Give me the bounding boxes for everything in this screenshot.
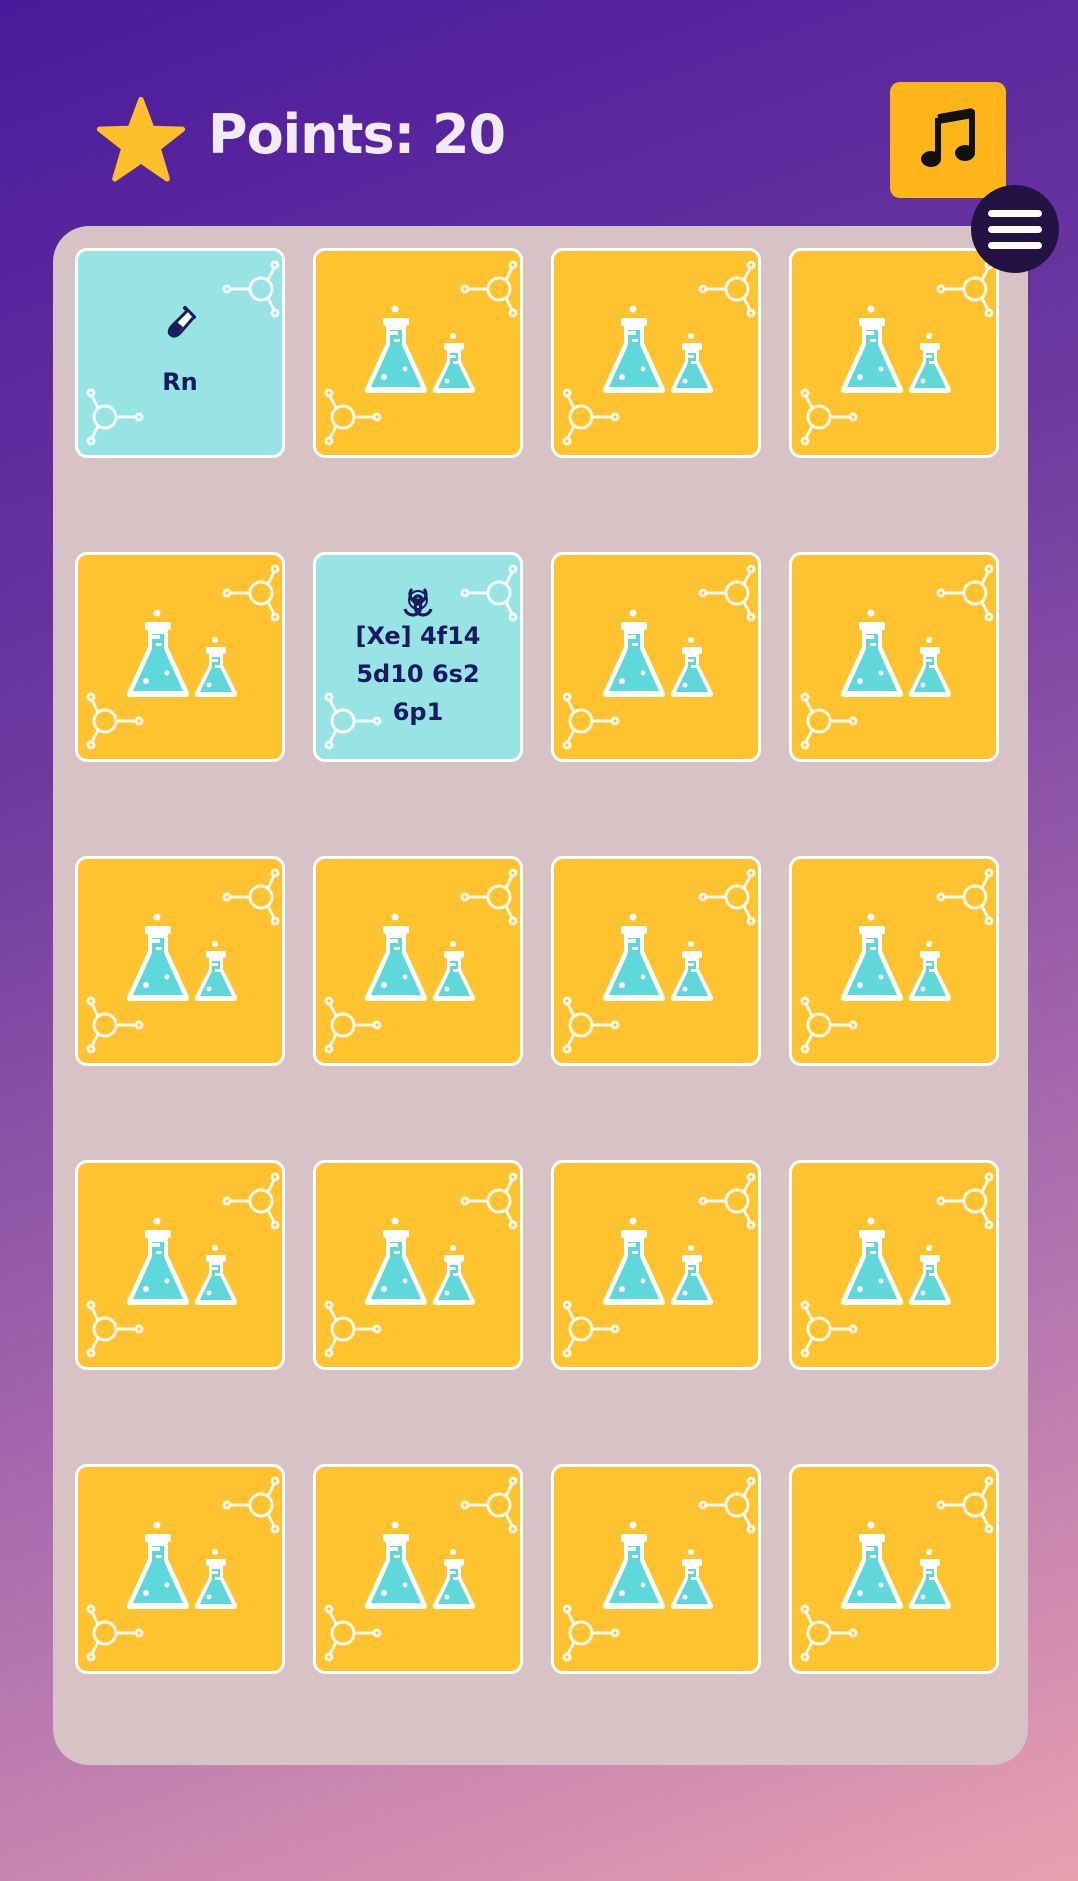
music-note-icon — [921, 108, 975, 167]
flask-icon — [364, 305, 476, 393]
memory-card-hidden[interactable] — [789, 1464, 999, 1674]
memory-card-hidden[interactable] — [75, 856, 285, 1066]
memory-card-hidden[interactable] — [75, 552, 285, 762]
memory-card-hidden[interactable] — [789, 1160, 999, 1370]
card-content: [Xe] 4f14 5d10 6s2 6p1 — [316, 555, 520, 759]
memory-card-hidden[interactable] — [551, 1464, 761, 1674]
memory-card-hidden[interactable] — [313, 1464, 523, 1674]
memory-card-hidden[interactable] — [313, 1160, 523, 1370]
memory-card-hidden[interactable] — [75, 1160, 285, 1370]
menu-bar — [988, 241, 1042, 249]
memory-card-hidden[interactable] — [551, 552, 761, 762]
memory-card-hidden[interactable] — [789, 552, 999, 762]
memory-card-revealed[interactable]: [Xe] 4f14 5d10 6s2 6p1 — [313, 552, 523, 762]
memory-card-hidden[interactable] — [789, 248, 999, 458]
memory-card-hidden[interactable] — [313, 856, 523, 1066]
flask-icon — [602, 609, 714, 697]
flask-icon — [364, 1217, 476, 1305]
memory-card-hidden[interactable] — [313, 248, 523, 458]
flask-icon — [364, 913, 476, 1001]
flask-icon — [602, 1217, 714, 1305]
card-board: Rn [Xe] 4f14 5d10 6s2 6p1 — [53, 226, 1028, 1765]
memory-card-hidden[interactable] — [551, 1160, 761, 1370]
flask-icon — [840, 305, 952, 393]
header: Points: 20 — [0, 0, 1078, 273]
memory-card-hidden[interactable] — [551, 856, 761, 1066]
flask-icon — [364, 1521, 476, 1609]
memory-card-hidden[interactable] — [789, 856, 999, 1066]
flask-icon — [126, 609, 238, 697]
menu-bar — [988, 225, 1042, 233]
card-content: Rn — [78, 251, 282, 455]
menu-button[interactable] — [971, 185, 1059, 273]
flask-icon — [602, 913, 714, 1001]
menu-bar — [988, 209, 1042, 217]
flask-icon — [840, 609, 952, 697]
flask-icon — [840, 1521, 952, 1609]
test-tube-icon — [167, 306, 196, 338]
star-icon — [96, 96, 186, 182]
flask-icon — [840, 1217, 952, 1305]
flask-icon — [126, 913, 238, 1001]
flask-icon — [840, 913, 952, 1001]
biohazard-icon — [403, 587, 433, 617]
flask-icon — [126, 1521, 238, 1609]
music-toggle-button[interactable] — [890, 82, 1006, 198]
points-counter: Points: 20 — [208, 103, 506, 166]
card-label: Rn — [162, 368, 198, 396]
memory-card-hidden[interactable] — [551, 248, 761, 458]
flask-icon — [126, 1217, 238, 1305]
card-label: [Xe] 4f14 5d10 6s2 6p1 — [355, 622, 481, 726]
flask-icon — [602, 1521, 714, 1609]
memory-card-revealed[interactable]: Rn — [75, 248, 285, 458]
flask-icon — [602, 305, 714, 393]
memory-card-hidden[interactable] — [75, 1464, 285, 1674]
